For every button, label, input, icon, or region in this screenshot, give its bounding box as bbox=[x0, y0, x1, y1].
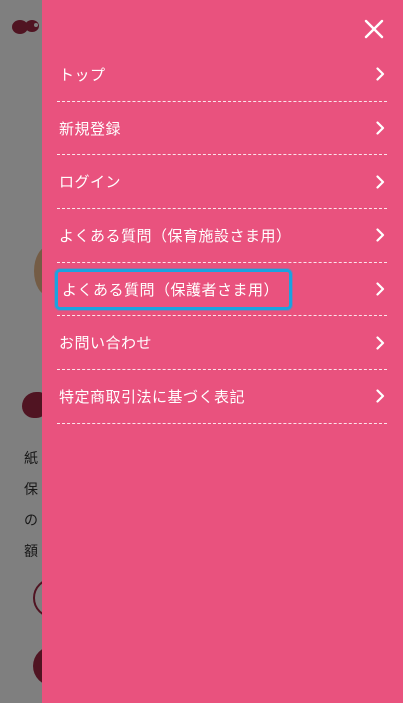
drawer-menu: トップ 新規登録 ログイン よくある質問（保育施設さま用） よくある質問（保護者… bbox=[55, 48, 387, 424]
menu-item-label: ログイン bbox=[59, 173, 122, 192]
menu-item-label: よくある質問（保育施設さま用） bbox=[59, 226, 292, 245]
menu-item-contact[interactable]: お問い合わせ bbox=[57, 316, 387, 371]
chevron-right-icon bbox=[376, 336, 385, 350]
menu-item-label: トップ bbox=[59, 65, 106, 84]
chevron-right-icon bbox=[376, 389, 385, 404]
menu-item-top[interactable]: トップ bbox=[57, 48, 387, 102]
menu-item-legal-notice[interactable]: 特定商取引法に基づく表記 bbox=[57, 370, 387, 424]
menu-item-label: お問い合わせ bbox=[59, 334, 153, 353]
close-icon[interactable] bbox=[363, 18, 385, 40]
menu-item-label: 新規登録 bbox=[59, 119, 122, 138]
chevron-right-icon bbox=[376, 282, 385, 296]
menu-item-login[interactable]: ログイン bbox=[57, 155, 387, 210]
chevron-right-icon bbox=[376, 175, 385, 189]
app-frame: 紙 保 の 額 トップ 新規登録 ログイン bbox=[0, 0, 403, 703]
chevron-right-icon bbox=[376, 121, 385, 135]
menu-item-faq-guardian[interactable]: よくある質問（保護者さま用） bbox=[55, 263, 387, 317]
menu-item-label: よくある質問（保護者さま用） bbox=[55, 268, 293, 310]
navigation-drawer: トップ 新規登録 ログイン よくある質問（保育施設さま用） よくある質問（保護者… bbox=[42, 0, 403, 703]
menu-item-register[interactable]: 新規登録 bbox=[57, 102, 387, 156]
chevron-right-icon bbox=[376, 67, 385, 81]
chevron-right-icon bbox=[376, 228, 385, 243]
menu-item-faq-facility[interactable]: よくある質問（保育施設さま用） bbox=[57, 209, 387, 263]
menu-item-label: 特定商取引法に基づく表記 bbox=[59, 387, 246, 406]
